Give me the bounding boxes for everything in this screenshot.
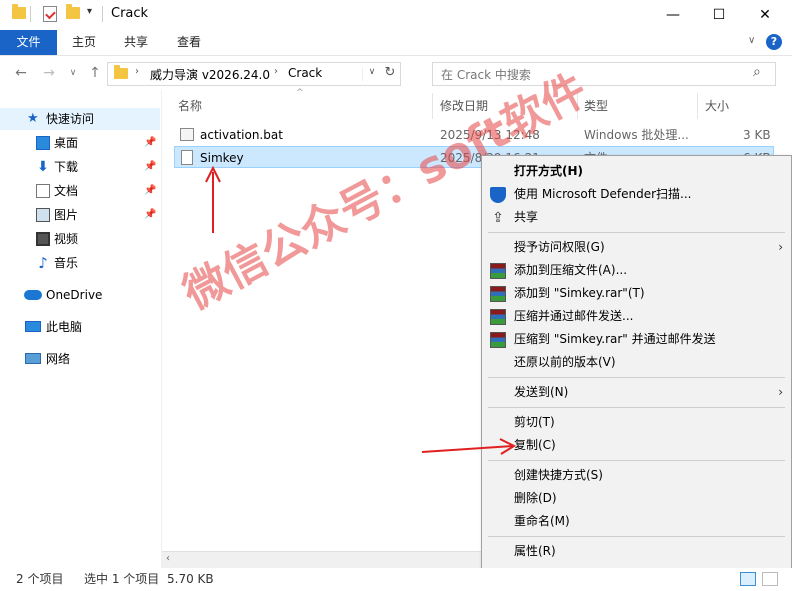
details-view-icon[interactable] (740, 572, 756, 586)
annotation-arrow-up (205, 165, 221, 233)
status-selected-size: 5.70 KB (167, 572, 214, 586)
annotation-arrows (205, 165, 517, 455)
status-selected-count: 选中 1 个项目 (84, 572, 160, 586)
status-item-count: 2 个项目 (16, 572, 64, 586)
status-bar: 2 个项目 选中 1 个项目 5.70 KB (0, 568, 792, 591)
large-icons-view-icon[interactable] (762, 572, 778, 586)
annotation-arrow-right (421, 438, 517, 455)
